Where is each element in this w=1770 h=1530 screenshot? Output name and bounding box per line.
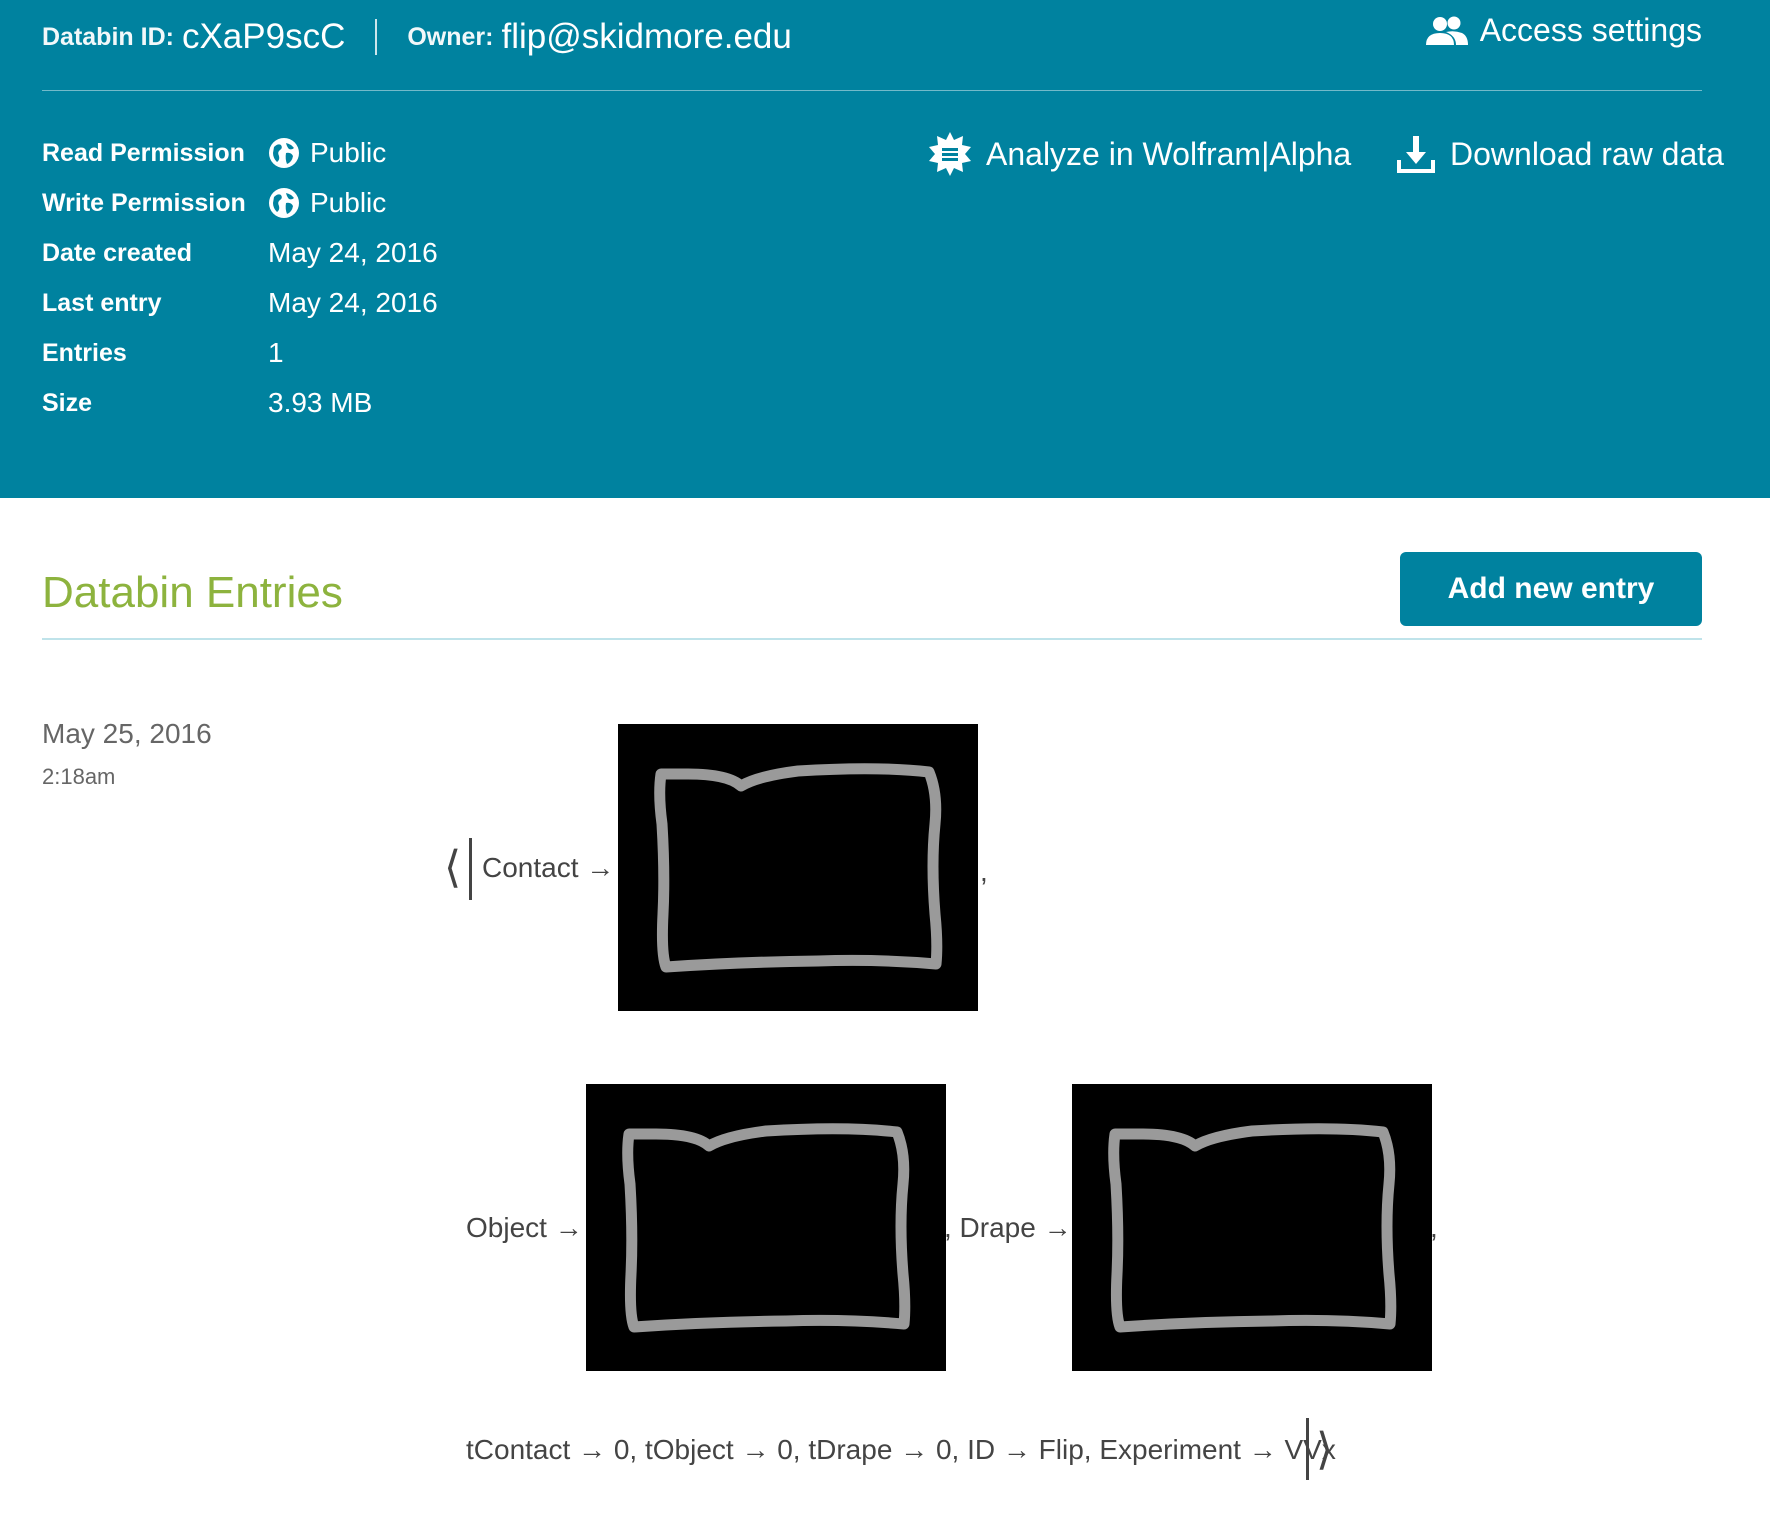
meta-value: Public xyxy=(268,178,386,228)
analyze-label: Analyze in Wolfram|Alpha xyxy=(986,135,1352,172)
access-settings-label: Access settings xyxy=(1479,12,1702,48)
association-bar-open xyxy=(469,838,472,900)
databin-id: cXaP9scC xyxy=(181,17,346,56)
databin-entries-title: Databin Entries xyxy=(42,568,343,617)
globe-icon xyxy=(269,138,299,168)
meta-label: Size xyxy=(42,389,93,417)
contact-label: Contact → xyxy=(482,852,615,883)
object-drawing xyxy=(622,1123,911,1333)
download-label: Download raw data xyxy=(1450,135,1724,172)
access-settings-link[interactable]: Access settings xyxy=(1425,12,1702,49)
entry-time: 2:18am xyxy=(42,764,116,789)
meta-label: Read Permission xyxy=(42,139,245,167)
databin-header: Databin ID: cXaP9scC Owner: flip@skidmor… xyxy=(0,0,1770,498)
divider xyxy=(375,19,378,55)
comma-separator: , xyxy=(1430,1212,1438,1243)
section-divider xyxy=(42,638,1702,640)
write-permission-value: Public xyxy=(310,187,387,218)
globe-icon xyxy=(269,188,299,218)
entries-value: 1 xyxy=(268,337,284,368)
association-bar-close xyxy=(1306,1418,1309,1480)
meta-label: Entries xyxy=(42,339,127,367)
drape-image xyxy=(1072,1084,1432,1371)
owner-label: Owner: xyxy=(407,22,494,51)
analyze-wolfram-alpha-link[interactable]: Analyze in Wolfram|Alpha xyxy=(928,128,1351,180)
meta-label: Last entry xyxy=(42,289,162,317)
read-permission-value: Public xyxy=(310,137,387,168)
last-entry-value: May 24, 2016 xyxy=(268,287,438,318)
date-created-value: May 24, 2016 xyxy=(268,237,438,268)
databin-topbar: Databin ID: cXaP9scC Owner: flip@skidmor… xyxy=(42,12,1702,62)
meta-label: Write Permission xyxy=(42,189,246,217)
drape-label: , Drape → xyxy=(944,1212,1072,1243)
meta-value: Public xyxy=(268,128,386,178)
users-icon xyxy=(1425,16,1468,45)
association-tail-text: tContact → 0, tObject → 0, tDrape → 0, I… xyxy=(466,1434,1336,1465)
databin-id-label: Databin ID: xyxy=(42,22,174,51)
object-image xyxy=(586,1084,946,1371)
download-raw-data-link[interactable]: Download raw data xyxy=(1396,128,1724,180)
header-divider xyxy=(42,90,1702,91)
open-angle-bracket: ⟨ xyxy=(444,843,462,892)
download-icon xyxy=(1397,136,1435,173)
object-label: Object → xyxy=(466,1212,583,1243)
entry-date: May 25, 2016 xyxy=(42,718,212,749)
meta-label: Date created xyxy=(42,239,193,267)
contact-drawing xyxy=(654,763,943,973)
close-angle-bracket: ⟩ xyxy=(1316,1425,1334,1474)
wolfram-alpha-icon xyxy=(929,132,971,176)
contact-image xyxy=(618,724,978,1011)
owner-email: flip@skidmore.edu xyxy=(501,17,792,56)
size-value: 3.93 MB xyxy=(268,387,373,418)
add-new-entry-button[interactable]: Add new entry xyxy=(1400,552,1702,626)
drape-drawing xyxy=(1108,1123,1397,1333)
comma-separator: , xyxy=(980,856,988,887)
